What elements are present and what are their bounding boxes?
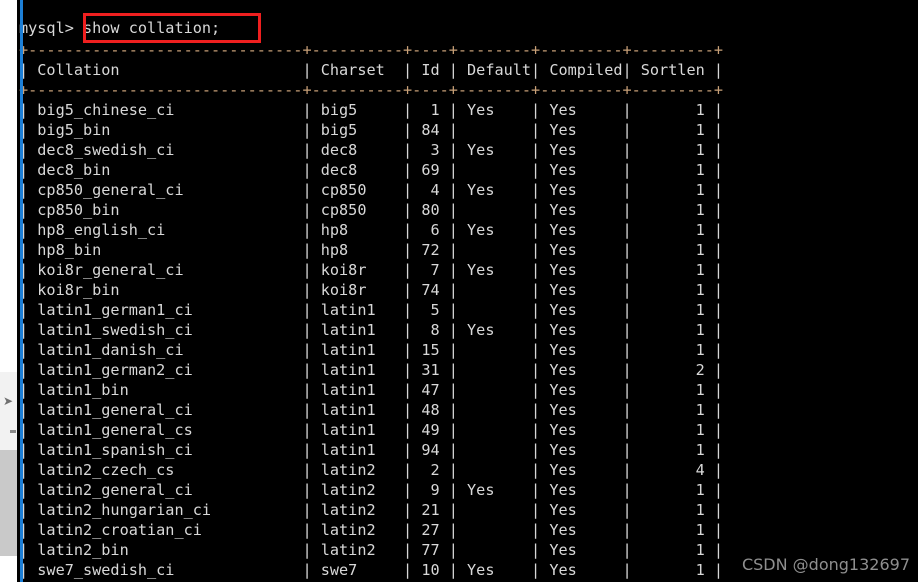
table-row: | latin1_spanish_ci | latin1 | 94 | | Ye… xyxy=(19,441,724,459)
table-row: | cp850_general_ci | cp850 | 4 | Yes | Y… xyxy=(19,181,724,199)
gutter-midsection xyxy=(0,372,17,450)
table-row: | latin1_german2_ci | latin1 | 31 | | Ye… xyxy=(19,361,724,379)
table-row: | hp8_english_ci | hp8 | 6 | Yes | Yes |… xyxy=(19,221,724,239)
scrollbar-thumb[interactable] xyxy=(0,450,17,556)
table-row: | dec8_bin | dec8 | 69 | | Yes | 1 | xyxy=(19,161,724,179)
table-row: | hp8_bin | hp8 | 72 | | Yes | 1 | xyxy=(19,241,724,259)
table-row: | big5_chinese_ci | big5 | 1 | Yes | Yes… xyxy=(19,101,724,119)
table-row: | latin1_danish_ci | latin1 | 15 | | Yes… xyxy=(19,341,724,359)
gutter-tick-mark xyxy=(10,430,16,433)
table-separator-header: +------------------------------+--------… xyxy=(19,81,724,99)
table-row: | latin2_hungarian_ci | latin2 | 21 | | … xyxy=(19,501,724,519)
watermark-label: CSDN @dong132697 xyxy=(741,555,910,574)
table-row: | koi8r_general_ci | koi8r | 7 | Yes | Y… xyxy=(19,261,724,279)
table-row: | latin2_bin | latin2 | 77 | | Yes | 1 | xyxy=(19,541,724,559)
table-row: | latin1_general_ci | latin1 | 48 | | Ye… xyxy=(19,401,724,419)
table-row: | swe7_swedish_ci | swe7 | 10 | Yes | Ye… xyxy=(19,561,724,579)
terminal-window: ➤ mysql> show collation; +---------------… xyxy=(0,0,918,582)
table-row: | latin2_croatian_ci | latin2 | 27 | | Y… xyxy=(19,521,724,539)
table-row: | big5_bin | big5 | 84 | | Yes | 1 | xyxy=(19,121,724,139)
command-highlight-box xyxy=(83,13,261,43)
table-row: | dec8_swedish_ci | dec8 | 3 | Yes | Yes… xyxy=(19,141,724,159)
table-header-row: | Collation | Charset | Id | Default| Co… xyxy=(19,61,724,79)
terminal-accent-rail xyxy=(20,0,23,582)
table-row: | cp850_bin | cp850 | 80 | | Yes | 1 | xyxy=(19,201,724,219)
table-row: | latin1_general_cs | latin1 | 49 | | Ye… xyxy=(19,421,724,439)
left-gutter: ➤ xyxy=(0,0,17,582)
table-row: | latin1_swedish_ci | latin1 | 8 | Yes |… xyxy=(19,321,724,339)
table-separator-top: +------------------------------+--------… xyxy=(19,41,724,59)
table-row: | latin2_czech_cs | latin2 | 2 | | Yes |… xyxy=(19,461,724,479)
terminal-output-area[interactable]: mysql> show collation; +-----------------… xyxy=(17,0,918,582)
expand-arrow-icon[interactable]: ➤ xyxy=(1,394,15,408)
table-row: | latin1_german1_ci | latin1 | 5 | | Yes… xyxy=(19,301,724,319)
table-row: | latin2_general_ci | latin2 | 9 | Yes |… xyxy=(19,481,724,499)
table-row: | koi8r_bin | koi8r | 74 | | Yes | 1 | xyxy=(19,281,724,299)
table-row: | latin1_bin | latin1 | 47 | | Yes | 1 | xyxy=(19,381,724,399)
